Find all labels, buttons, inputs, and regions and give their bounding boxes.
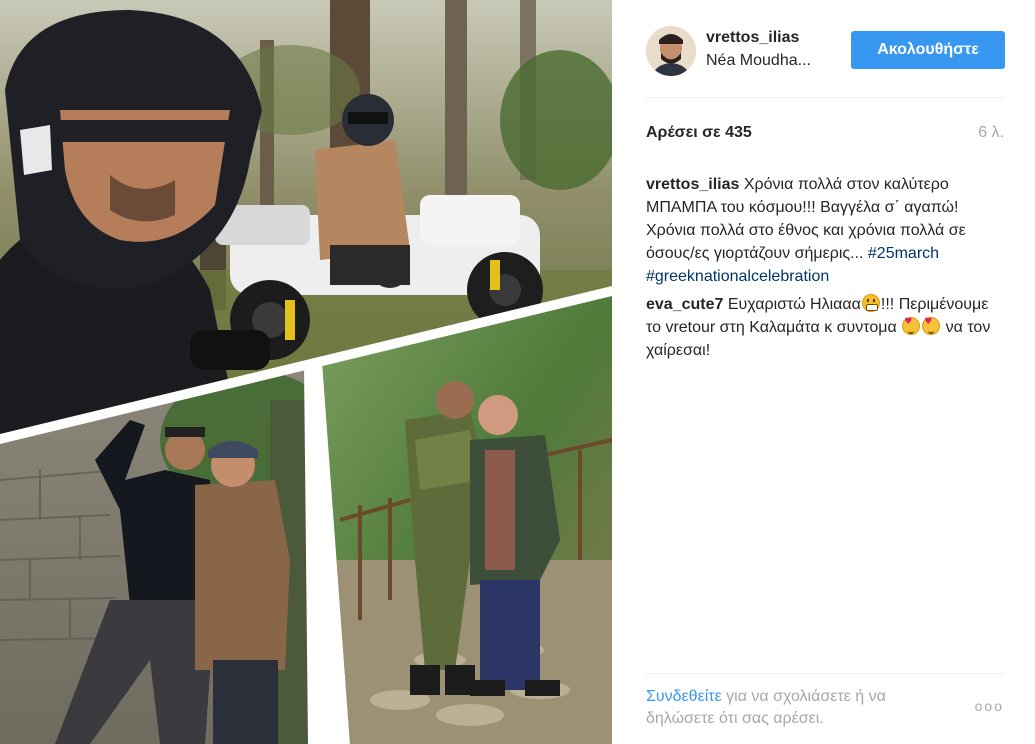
post-location[interactable]: Néa Moudha... <box>706 52 811 70</box>
photo-bottom-right <box>322 292 612 744</box>
hashtag-link[interactable]: #25march <box>868 245 939 262</box>
avatar[interactable] <box>646 26 696 76</box>
comments-list: vrettos_ilias Χρόνια πολλά στον καλύτερο… <box>646 173 1004 367</box>
login-link[interactable]: Συνδεθείτε <box>646 688 722 705</box>
post-username[interactable]: vrettos_ilias <box>706 29 799 47</box>
follow-button[interactable]: Ακολουθήστε <box>851 31 1005 69</box>
grin-emoji-icon <box>861 294 880 312</box>
post-header: vrettos_ilias Néa Moudha... Ακολουθήστε <box>646 18 1005 98</box>
post-side-panel: vrettos_ilias Néa Moudha... Ακολουθήστε … <box>612 0 1035 744</box>
ellipsis-icon[interactable]: ooo <box>975 698 1004 714</box>
post-photo <box>0 0 612 744</box>
comment-username[interactable]: eva_cute7 <box>646 296 723 313</box>
avatar-image <box>646 26 696 76</box>
photo-collage <box>0 0 612 744</box>
hashtag-link[interactable]: #greeknationalcelebration <box>646 268 829 285</box>
caption-comment: vrettos_ilias Χρόνια πολλά στον καλύτερο… <box>646 173 1004 288</box>
caption-username[interactable]: vrettos_ilias <box>646 176 739 193</box>
comment-text: Ευχαριστώ Ηλιααα <box>723 296 861 313</box>
post-time[interactable]: 6 λ. <box>978 124 1004 142</box>
heart-eyes-emoji-icon <box>902 317 921 335</box>
heart-eyes-emoji-icon <box>922 317 941 335</box>
post-footer: Συνδεθείτε για να σχολιάσετε ή να δηλώσε… <box>646 673 1004 733</box>
list-item: eva_cute7 Ευχαριστώ Ηλιααα!!! Περιμένουμ… <box>646 293 1004 362</box>
likes-count[interactable]: Αρέσει σε 435 <box>646 124 752 142</box>
likes-row: Αρέσει σε 435 6 λ. <box>646 124 1004 146</box>
login-prompt: Συνδεθείτε για να σχολιάσετε ή να δηλώσε… <box>646 686 946 730</box>
